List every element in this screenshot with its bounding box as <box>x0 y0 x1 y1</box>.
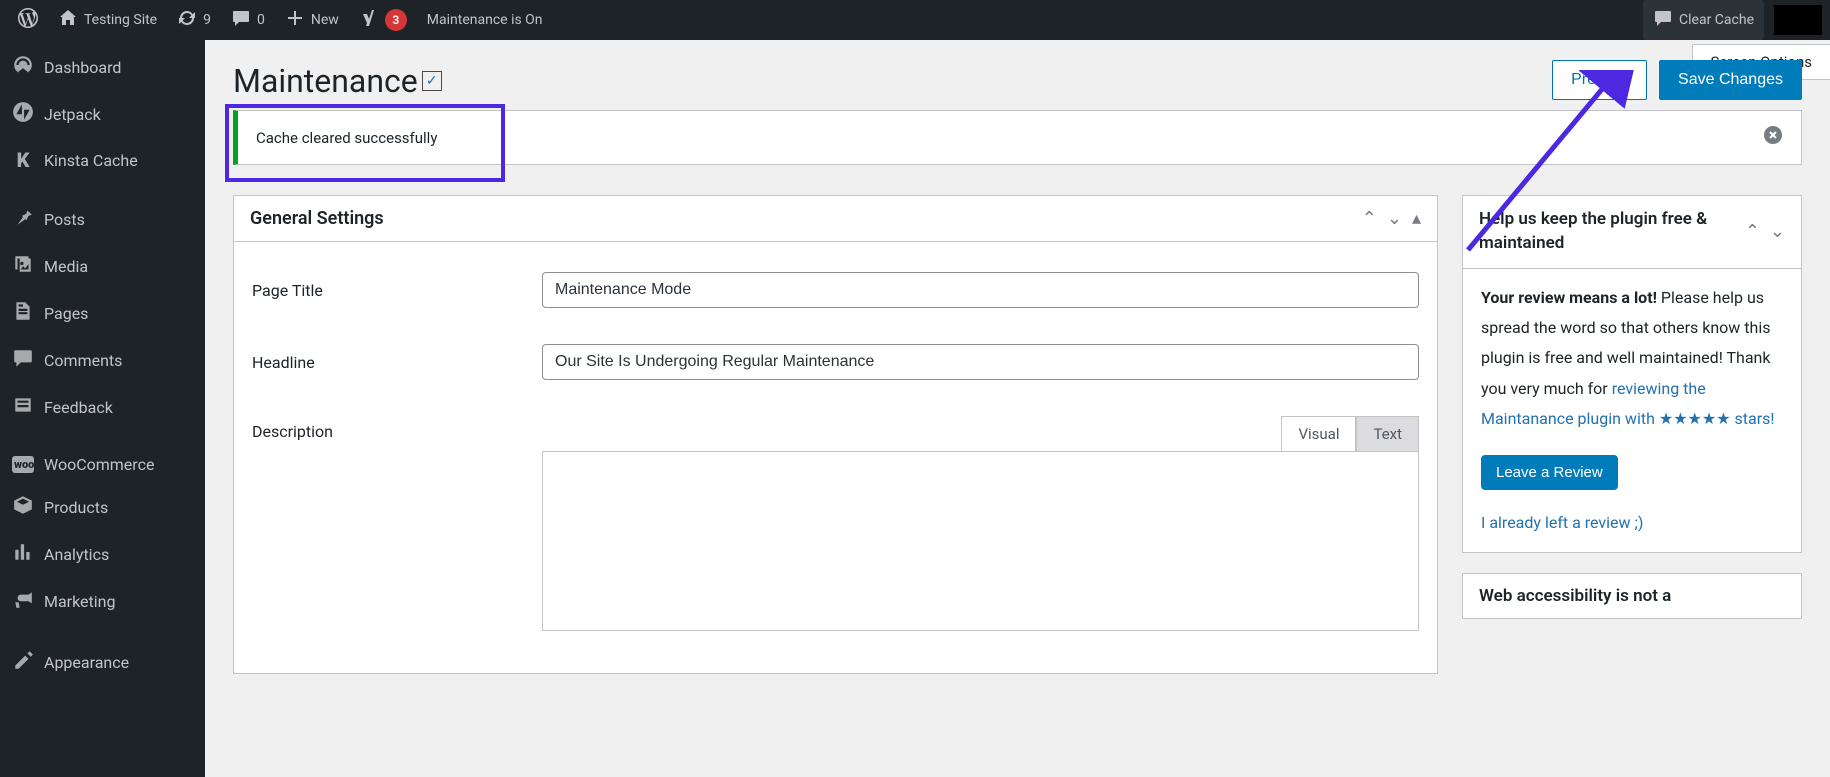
sidebar-item-woocommerce[interactable]: woo WooCommerce <box>0 445 205 484</box>
headline-input[interactable] <box>542 344 1419 380</box>
refresh-icon <box>177 8 197 33</box>
page-header: Maintenance ✓ Preview Save Changes <box>233 60 1802 100</box>
review-body-text: Your review means a lot! Please help us … <box>1481 283 1783 435</box>
comments-icon <box>12 347 34 374</box>
preview-button[interactable]: Preview <box>1552 60 1647 100</box>
page-title-field-label: Page Title <box>252 281 542 300</box>
pages-icon <box>12 300 34 327</box>
new-content-link[interactable]: New <box>275 0 349 40</box>
jetpack-icon <box>12 101 34 128</box>
clear-cache-label: Clear Cache <box>1679 12 1754 28</box>
wp-logo[interactable] <box>8 0 48 40</box>
new-label: New <box>311 12 339 28</box>
admin-sidebar: Dashboard Jetpack K Kinsta Cache Posts M… <box>0 40 205 777</box>
sidebar-item-comments[interactable]: Comments <box>0 337 205 384</box>
panel-move-down-icon[interactable]: ⌄ <box>1770 221 1785 242</box>
notice-message: Cache cleared successfully <box>256 129 437 147</box>
headline-field-label: Headline <box>252 353 542 372</box>
panel-collapse-icon[interactable]: ▴ <box>1412 208 1421 229</box>
editor-tab-visual[interactable]: Visual <box>1281 416 1356 452</box>
kinsta-icon: K <box>12 148 34 172</box>
updates-link[interactable]: 9 <box>167 0 221 40</box>
panel-move-down-icon[interactable]: ⌄ <box>1387 208 1402 229</box>
comments-count: 0 <box>257 12 265 28</box>
editor-tab-text[interactable]: Text <box>1356 416 1419 452</box>
sidebar-item-label: Appearance <box>44 653 129 672</box>
sidebar-item-label: Posts <box>44 210 85 229</box>
yoast-icon <box>359 8 379 33</box>
sidebar-item-label: Feedback <box>44 398 113 417</box>
leave-review-button[interactable]: Leave a Review <box>1481 455 1618 490</box>
wordpress-icon <box>18 8 38 33</box>
clear-cache-button[interactable]: Clear Cache <box>1643 0 1764 40</box>
sidebar-item-appearance[interactable]: Appearance <box>0 639 205 686</box>
page-title-text: Maintenance <box>233 62 418 100</box>
sidebar-item-analytics[interactable]: Analytics <box>0 531 205 578</box>
sidebar-item-dashboard[interactable]: Dashboard <box>0 44 205 91</box>
cache-icon <box>1653 8 1673 33</box>
plus-icon <box>285 8 305 33</box>
sidebar-item-media[interactable]: Media <box>0 243 205 290</box>
megaphone-icon <box>12 588 34 615</box>
yoast-badge: 3 <box>385 9 407 31</box>
maintenance-toggle-checkbox[interactable]: ✓ <box>422 71 442 91</box>
analytics-icon <box>12 541 34 568</box>
review-lead-bold: Your review means a lot! <box>1481 288 1657 307</box>
comment-icon <box>231 8 251 33</box>
sidebar-item-posts[interactable]: Posts <box>0 196 205 243</box>
general-settings-panel: General Settings ⌃ ⌄ ▴ Page Title <box>233 195 1438 674</box>
sidebar-item-pages[interactable]: Pages <box>0 290 205 337</box>
sidebar-item-label: WooCommerce <box>44 455 154 474</box>
sidebar-item-label: Jetpack <box>44 105 101 124</box>
dashboard-icon <box>12 54 34 81</box>
comments-link[interactable]: 0 <box>221 0 275 40</box>
woocommerce-icon: woo <box>12 456 34 473</box>
sidebar-item-label: Kinsta Cache <box>44 151 138 170</box>
success-notice: Cache cleared successfully <box>233 110 1802 165</box>
sidebar-item-label: Comments <box>44 351 122 370</box>
maintenance-status-label: Maintenance is On <box>427 12 543 28</box>
products-icon <box>12 494 34 521</box>
review-panel: Help us keep the plugin free & maintaine… <box>1462 195 1802 553</box>
sidebar-item-marketing[interactable]: Marketing <box>0 578 205 625</box>
admin-toolbar: Testing Site 9 0 New 3 Maintenance is On… <box>0 0 1830 40</box>
pushpin-icon <box>12 206 34 233</box>
updates-count: 9 <box>203 12 211 28</box>
site-name-link[interactable]: Testing Site <box>48 0 167 40</box>
sidebar-item-jetpack[interactable]: Jetpack <box>0 91 205 138</box>
yoast-link[interactable]: 3 <box>349 0 417 40</box>
dismiss-notice-button[interactable] <box>1763 125 1783 150</box>
sidebar-item-label: Media <box>44 257 88 276</box>
page-title-input[interactable] <box>542 272 1419 308</box>
description-field-label: Description <box>252 416 542 441</box>
appearance-icon <box>12 649 34 676</box>
panel-move-up-icon[interactable]: ⌃ <box>1362 208 1377 229</box>
review-panel-heading: Help us keep the plugin free & maintaine… <box>1479 208 1745 256</box>
sidebar-item-label: Marketing <box>44 592 115 611</box>
toolbar-dark-box <box>1774 5 1822 35</box>
feedback-icon <box>12 394 34 421</box>
main-content: Screen Options Maintenance ✓ Preview Sav… <box>205 40 1830 777</box>
sidebar-item-products[interactable]: Products <box>0 484 205 531</box>
sidebar-item-label: Pages <box>44 304 88 323</box>
sidebar-item-label: Dashboard <box>44 58 121 77</box>
sidebar-item-kinsta-cache[interactable]: K Kinsta Cache <box>0 138 205 182</box>
save-changes-button[interactable]: Save Changes <box>1659 60 1802 100</box>
general-settings-heading: General Settings <box>250 208 384 229</box>
home-icon <box>58 8 78 33</box>
panel-move-up-icon[interactable]: ⌃ <box>1745 221 1760 242</box>
maintenance-status-link[interactable]: Maintenance is On <box>417 0 553 40</box>
accessibility-panel-heading: Web accessibility is not a <box>1479 586 1671 606</box>
sidebar-item-label: Products <box>44 498 108 517</box>
page-title: Maintenance ✓ <box>233 62 442 100</box>
already-reviewed-link[interactable]: I already left a review ;) <box>1481 508 1643 538</box>
sidebar-item-feedback[interactable]: Feedback <box>0 384 205 431</box>
site-name-label: Testing Site <box>84 12 157 28</box>
description-editor[interactable] <box>542 451 1419 631</box>
sidebar-item-label: Analytics <box>44 545 109 564</box>
media-icon <box>12 253 34 280</box>
accessibility-panel: Web accessibility is not a <box>1462 573 1802 619</box>
